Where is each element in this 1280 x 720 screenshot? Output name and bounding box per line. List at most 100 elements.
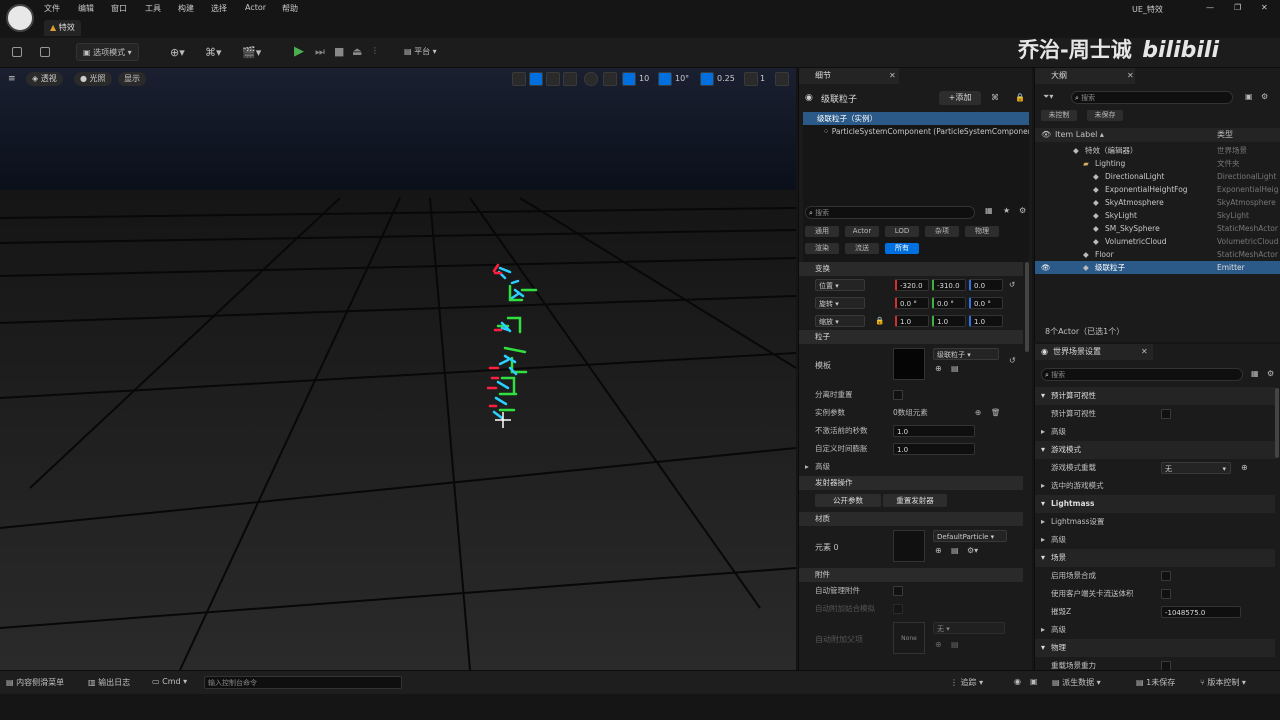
rotate-tool-icon[interactable] — [546, 72, 560, 86]
record-icon[interactable]: ◉ — [1014, 677, 1021, 686]
trace-button[interactable]: ⋮ 追踪 ▾ — [950, 677, 983, 688]
maximize-icon[interactable]: ❐ — [1234, 3, 1241, 12]
category-all[interactable]: 所有 — [885, 243, 919, 254]
world-section-header[interactable]: ▾ 物理 — [1035, 639, 1275, 657]
material-dropdown[interactable]: DefaultParticle ▾ — [933, 530, 1007, 542]
col-type[interactable]: 类型 — [1217, 128, 1233, 142]
template-thumbnail[interactable] — [893, 348, 925, 380]
lock-icon[interactable]: 🔒 — [875, 312, 884, 330]
world-search-input[interactable]: ⌕ 搜索 — [1041, 368, 1243, 381]
world-collapsed-group[interactable]: ▸ 高级 — [1035, 531, 1275, 549]
level-viewport[interactable]: ≡ ◈ 透视 ● 光照 显示 10 10° 0.25 1 — [0, 68, 796, 670]
outliner-row[interactable]: ◆ VolumetricCloud VolumetricCloud — [1035, 235, 1280, 248]
scale-tool-icon[interactable] — [563, 72, 577, 86]
close-icon[interactable]: ✕ — [889, 68, 896, 84]
camera-speed-icon[interactable] — [744, 72, 758, 86]
category-streaming[interactable]: 流送 — [845, 243, 879, 254]
time-dilation-input[interactable]: 1.0 — [893, 443, 975, 455]
surface-snap-icon[interactable] — [603, 72, 617, 86]
browse-icon[interactable]: ▤ — [951, 546, 959, 555]
outliner-row[interactable]: ◆ ExponentialHeightFog ExponentialHeightFo… — [1035, 183, 1280, 196]
details-search-input[interactable]: ⌕ 搜索 — [805, 206, 975, 219]
source-control-button[interactable]: ⑂ 版本控制 ▾ — [1200, 677, 1246, 688]
cinematics-icon[interactable]: 🎬▾ — [242, 46, 261, 59]
outliner-row[interactable]: ◆ DirectionalLight DirectionalLight — [1035, 170, 1280, 183]
menu-tools[interactable]: 工具 — [145, 3, 161, 14]
location-y[interactable]: -310.0 — [932, 279, 966, 291]
browse-icon[interactable]: ▤ — [951, 640, 959, 649]
gear-icon[interactable]: ⚙ — [1261, 92, 1268, 101]
play-step-icon[interactable]: ⏭ — [315, 45, 325, 59]
star-icon[interactable]: ★ — [1003, 206, 1010, 215]
world-row-dropdown[interactable]: 无 ▾ — [1161, 462, 1231, 474]
add-actor-icon[interactable]: ⊕▾ — [170, 46, 185, 59]
level-tab[interactable]: ▲ 特效 — [44, 20, 81, 36]
camera-speed-value[interactable]: 1 — [760, 74, 765, 83]
scale-x[interactable]: 1.0 — [895, 315, 929, 327]
scale-dropdown[interactable]: 缩放 ▾ — [815, 315, 865, 327]
trash-icon[interactable]: 🗑 — [991, 404, 1001, 422]
menu-help[interactable]: 帮助 — [282, 3, 298, 14]
category-misc[interactable]: 杂项 — [925, 226, 959, 237]
world-row-checkbox[interactable] — [1161, 571, 1171, 581]
cmd-dropdown[interactable]: ▭ Cmd ▾ — [152, 677, 187, 686]
world-section-header[interactable]: ▾ 游戏模式 — [1035, 441, 1275, 459]
settings-icon[interactable]: ▣ — [1030, 677, 1038, 686]
materials-section[interactable]: 材质 — [799, 512, 1023, 526]
material-thumbnail[interactable] — [893, 530, 925, 562]
location-x[interactable]: -320.0 — [895, 279, 929, 291]
menu-build[interactable]: 构建 — [178, 3, 194, 14]
unsaved-button[interactable]: ▤ 1未保存 — [1136, 677, 1175, 688]
mode-selector[interactable]: ▣ 选项模式 ▾ — [76, 43, 139, 61]
outliner-row[interactable]: ◆ SkyLight SkyLight — [1035, 209, 1280, 222]
move-tool-icon[interactable] — [529, 72, 543, 86]
scale-snap-icon[interactable] — [700, 72, 714, 86]
menu-select[interactable]: 选择 — [211, 3, 227, 14]
play-options-icon[interactable]: ⋮ — [371, 46, 379, 55]
filter-unmanaged-button[interactable]: 未控制 — [1041, 110, 1077, 121]
menu-window[interactable]: 窗口 — [111, 3, 127, 14]
reset-on-detach-checkbox[interactable] — [893, 390, 903, 400]
location-z[interactable]: 0.0 — [969, 279, 1003, 291]
unreal-logo-icon[interactable] — [6, 4, 34, 32]
details-scrollbar[interactable] — [1025, 262, 1029, 352]
output-log-button[interactable]: ▥ 输出日志 — [88, 677, 130, 688]
world-section-header[interactable]: ▾ Lightmass — [1035, 495, 1275, 513]
grid-snap-value[interactable]: 10 — [639, 74, 649, 83]
world-collapsed-group[interactable]: ▸ Lightmass设置 — [1035, 513, 1275, 531]
world-section-header[interactable]: ▾ 场景 — [1035, 549, 1275, 567]
particles-advanced-row[interactable]: ▸ 高级 — [799, 458, 1023, 476]
save-icon[interactable] — [12, 47, 22, 57]
world-row-checkbox[interactable] — [1161, 409, 1171, 419]
category-rendering[interactable]: 渲染 — [805, 243, 839, 254]
template-dropdown[interactable]: 级联粒子 ▾ — [933, 348, 999, 360]
reset-emitter-button[interactable]: 重置发射器 — [883, 494, 947, 507]
world-row-checkbox[interactable] — [1161, 661, 1171, 670]
close-icon[interactable]: ✕ — [1261, 3, 1268, 12]
filter-icon[interactable]: ⏷▾ — [1043, 92, 1053, 102]
outliner-row[interactable]: ▰ Lighting 文件夹 — [1035, 157, 1280, 170]
expose-params-button[interactable]: 公开参数 — [815, 494, 881, 507]
outliner-row[interactable]: ◆ SM_SkySphere StaticMeshActor — [1035, 222, 1280, 235]
browse-icon[interactable] — [40, 47, 50, 57]
parent-thumbnail[interactable]: None — [893, 622, 925, 654]
world-row-checkbox[interactable] — [1161, 589, 1171, 599]
emitter-actions-section[interactable]: 发射器操作 — [799, 476, 1023, 490]
rotation-x[interactable]: 0.0 ° — [895, 297, 929, 309]
table-view-icon[interactable]: ▦ — [985, 206, 993, 215]
use-selected-icon[interactable]: ⊕ — [935, 364, 942, 373]
col-item-label[interactable]: Item Label ▴ — [1055, 128, 1104, 142]
perspective-button[interactable]: ◈ 透视 — [26, 72, 63, 86]
seconds-inactive-input[interactable]: 1.0 — [893, 425, 975, 437]
close-icon[interactable]: ✕ — [1127, 68, 1134, 84]
tree-item-component[interactable]: ⁘ ParticleSystemComponent (ParticleSyste… — [803, 125, 1029, 138]
rotation-z[interactable]: 0.0 ° — [969, 297, 1003, 309]
lit-button[interactable]: ● 光照 — [74, 72, 112, 86]
menu-actor[interactable]: Actor — [245, 3, 266, 12]
scale-z[interactable]: 1.0 — [969, 315, 1003, 327]
lock-icon[interactable]: 🔒 — [1015, 93, 1025, 102]
minimize-icon[interactable]: — — [1206, 3, 1214, 12]
world-section-header[interactable]: ▾ 预计算可视性 — [1035, 387, 1275, 405]
close-icon[interactable]: ✕ — [1141, 344, 1148, 360]
platform-button[interactable]: ▤ 平台 ▾ — [404, 46, 437, 57]
